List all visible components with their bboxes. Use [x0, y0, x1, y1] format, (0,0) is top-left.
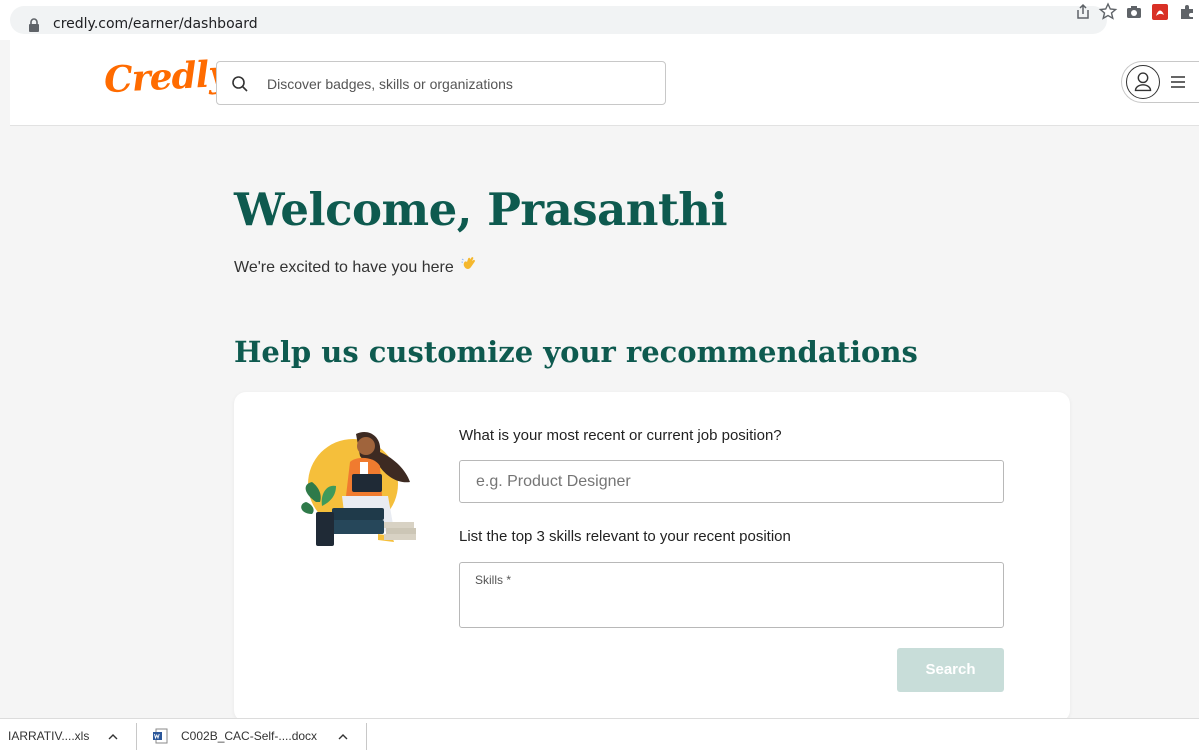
share-icon[interactable] — [1071, 0, 1095, 24]
search-input[interactable]: Discover badges, skills or organizations — [216, 61, 666, 105]
lock-icon[interactable] — [28, 18, 40, 32]
welcome-title: Welcome, Prasanthi — [234, 183, 728, 236]
download-item-docx[interactable]: C002B_CAC-Self-....docx — [181, 719, 317, 753]
chevron-up-icon[interactable] — [108, 733, 118, 741]
url-text: credly.com/earner/dashboard — [53, 16, 258, 32]
star-icon[interactable] — [1096, 0, 1120, 24]
user-menu-button[interactable] — [1121, 61, 1199, 103]
job-position-question: What is your most recent or current job … — [459, 427, 782, 444]
browser-address-bar: credly.com/earner/dashboard — [0, 0, 1199, 40]
skills-question: List the top 3 skills relevant to your r… — [459, 528, 791, 545]
skills-label: Skills * — [475, 573, 512, 587]
skills-input[interactable]: Skills * — [459, 562, 1004, 628]
person-with-laptop-illustration — [301, 432, 416, 546]
section-title: Help us customize your recommendations — [234, 335, 918, 369]
url-field[interactable]: credly.com/earner/dashboard — [10, 6, 1107, 34]
recommendations-card: What is your most recent or current job … — [234, 392, 1070, 722]
job-position-input[interactable]: e.g. Product Designer — [459, 460, 1004, 503]
camera-icon[interactable] — [1122, 0, 1146, 24]
site-header: Credly Discover badges, skills or organi… — [10, 40, 1199, 126]
word-file-icon — [153, 728, 168, 744]
welcome-subtitle: We're excited to have you here — [234, 254, 478, 277]
pdf-icon[interactable] — [1148, 0, 1172, 24]
search-button[interactable]: Search — [897, 648, 1004, 692]
download-item-xls[interactable]: IARRATIV....xls — [8, 719, 89, 753]
credly-logo[interactable]: Credly — [103, 53, 229, 101]
download-separator — [136, 723, 137, 750]
downloads-bar: IARRATIV....xls C002B_CAC-Self-....docx — [0, 718, 1199, 753]
chevron-up-icon[interactable] — [338, 733, 348, 741]
welcome-subtitle-text: We're excited to have you here — [234, 259, 454, 276]
waving-hand-icon — [461, 257, 475, 269]
hamburger-menu-icon — [1171, 76, 1185, 88]
puzzle-icon[interactable] — [1175, 0, 1199, 24]
search-icon — [232, 76, 248, 92]
job-position-placeholder: e.g. Product Designer — [476, 473, 631, 490]
user-icon — [1126, 65, 1160, 99]
download-separator — [366, 723, 367, 750]
search-placeholder: Discover badges, skills or organizations — [267, 76, 513, 92]
